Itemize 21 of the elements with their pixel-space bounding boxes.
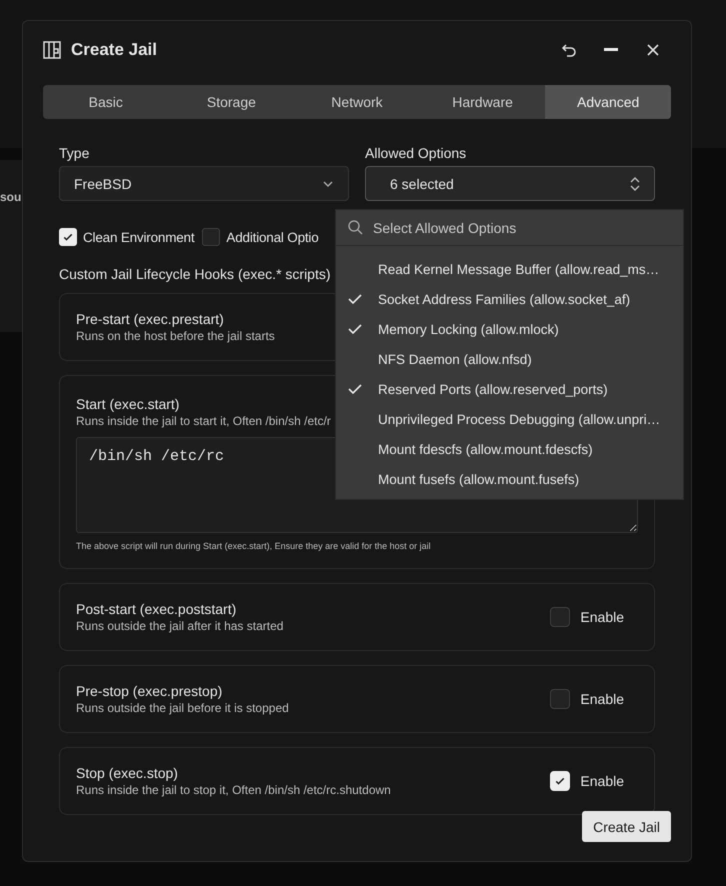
checkbox-label: Additional Optio bbox=[226, 230, 319, 244]
hook-title: Pre-stop (exec.prestop) bbox=[76, 683, 222, 699]
hook-title: Pre-start (exec.prestart) bbox=[76, 311, 224, 327]
checkbox-label: Enable bbox=[580, 773, 624, 789]
hook-title: Stop (exec.stop) bbox=[76, 765, 178, 781]
field-label: Type bbox=[59, 145, 90, 161]
hook-description: Runs outside the jail before it is stopped bbox=[76, 701, 289, 715]
hook-title: Start (exec.start) bbox=[76, 396, 180, 412]
hook-description: Runs inside the jail to stop it, Often /bin/sh /etc/rc.shutdown bbox=[76, 783, 391, 797]
checkbox-label: Enable bbox=[580, 691, 624, 707]
background-text: sou bbox=[0, 190, 22, 204]
hook-title: Post-start (exec.poststart) bbox=[76, 601, 236, 617]
hook-description: Runs on the host before the jail starts bbox=[76, 329, 275, 343]
window-title: Create Jail bbox=[71, 40, 157, 60]
checkbox-label: Enable bbox=[580, 609, 624, 625]
checkbox-label: Clean Environment bbox=[83, 230, 194, 244]
field-label: Allowed Options bbox=[365, 145, 468, 161]
hook-description: Runs inside the jail to start it, Often /bin/sh /etc/r bbox=[76, 414, 331, 428]
hook-description: Runs outside the jail after it has started bbox=[76, 619, 284, 633]
section-heading: Custom Jail Lifecycle Hooks (exec.* scripts) bbox=[59, 266, 331, 282]
hook-note: The above script will run during Start (exec.start), Ensure they are valid for the host or jail bbox=[76, 541, 432, 551]
